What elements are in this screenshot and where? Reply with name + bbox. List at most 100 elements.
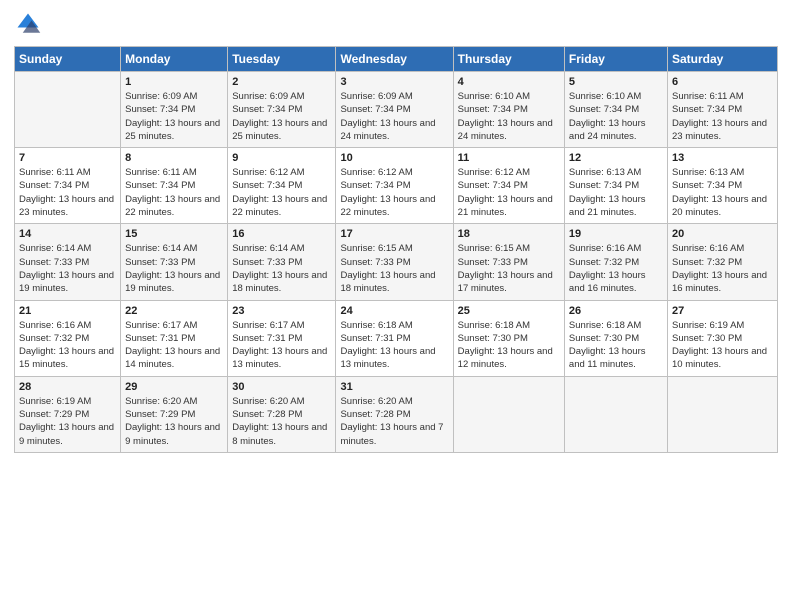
day-info: Sunrise: 6:16 AMSunset: 7:32 PMDaylight:…	[569, 242, 663, 295]
day-number: 7	[19, 152, 116, 164]
cell-day-28: 28 Sunrise: 6:19 AMSunset: 7:29 PMDayligh…	[15, 376, 121, 452]
day-number: 31	[340, 381, 448, 393]
day-info: Sunrise: 6:18 AMSunset: 7:30 PMDaylight:…	[569, 319, 663, 372]
day-number: 11	[458, 152, 560, 164]
cell-day-empty	[564, 376, 667, 452]
cell-day-27: 27Sunrise: 6:19 AMSunset: 7:30 PMDayligh…	[667, 300, 777, 376]
day-info: Sunrise: 6:19 AMSunset: 7:29 PMDaylight:…	[19, 395, 116, 448]
cell-day-empty	[15, 72, 121, 148]
cell-day-22: 22 Sunrise: 6:17 AMSunset: 7:31 PMDayligh…	[121, 300, 228, 376]
cell-day-23: 23 Sunrise: 6:17 AMSunset: 7:31 PMDayligh…	[228, 300, 336, 376]
day-info: Sunrise: 6:09 AMSunset: 7:34 PMDaylight:…	[232, 90, 331, 143]
day-number: 12	[569, 152, 663, 164]
calendar-table: SundayMondayTuesdayWednesdayThursdayFrid…	[14, 46, 778, 453]
day-info: Sunrise: 6:15 AMSunset: 7:33 PMDaylight:…	[458, 242, 560, 295]
week-row-2: 7 Sunrise: 6:11 AMSunset: 7:34 PMDaylight…	[15, 148, 778, 224]
day-number: 16	[232, 228, 331, 240]
cell-day-30: 30 Sunrise: 6:20 AMSunset: 7:28 PMDayligh…	[228, 376, 336, 452]
day-number: 24	[340, 305, 448, 317]
cell-day-1: 1 Sunrise: 6:09 AMSunset: 7:34 PMDaylight…	[121, 72, 228, 148]
day-info: Sunrise: 6:13 AMSunset: 7:34 PMDaylight:…	[672, 166, 773, 219]
day-info: Sunrise: 6:19 AMSunset: 7:30 PMDaylight:…	[672, 319, 773, 372]
header-row: SundayMondayTuesdayWednesdayThursdayFrid…	[15, 47, 778, 72]
day-number: 2	[232, 76, 331, 88]
col-header-monday: Monday	[121, 47, 228, 72]
page: SundayMondayTuesdayWednesdayThursdayFrid…	[0, 0, 792, 612]
day-number: 3	[340, 76, 448, 88]
day-number: 29	[125, 381, 223, 393]
week-row-3: 14 Sunrise: 6:14 AMSunset: 7:33 PMDayligh…	[15, 224, 778, 300]
col-header-thursday: Thursday	[453, 47, 564, 72]
week-row-4: 21 Sunrise: 6:16 AMSunset: 7:32 PMDayligh…	[15, 300, 778, 376]
col-header-friday: Friday	[564, 47, 667, 72]
day-info: Sunrise: 6:13 AMSunset: 7:34 PMDaylight:…	[569, 166, 663, 219]
day-info: Sunrise: 6:12 AMSunset: 7:34 PMDaylight:…	[340, 166, 448, 219]
col-header-sunday: Sunday	[15, 47, 121, 72]
cell-day-3: 3 Sunrise: 6:09 AMSunset: 7:34 PMDaylight…	[336, 72, 453, 148]
cell-day-empty	[453, 376, 564, 452]
day-info: Sunrise: 6:18 AMSunset: 7:30 PMDaylight:…	[458, 319, 560, 372]
day-info: Sunrise: 6:11 AMSunset: 7:34 PMDaylight:…	[19, 166, 116, 219]
day-info: Sunrise: 6:16 AMSunset: 7:32 PMDaylight:…	[19, 319, 116, 372]
day-info: Sunrise: 6:14 AMSunset: 7:33 PMDaylight:…	[19, 242, 116, 295]
day-info: Sunrise: 6:20 AMSunset: 7:28 PMDaylight:…	[232, 395, 331, 448]
day-number: 21	[19, 305, 116, 317]
cell-day-19: 19 Sunrise: 6:16 AMSunset: 7:32 PMDayligh…	[564, 224, 667, 300]
cell-day-26: 26 Sunrise: 6:18 AMSunset: 7:30 PMDayligh…	[564, 300, 667, 376]
day-info: Sunrise: 6:11 AMSunset: 7:34 PMDaylight:…	[125, 166, 223, 219]
logo-icon	[14, 10, 42, 38]
cell-day-20: 20 Sunrise: 6:16 AMSunset: 7:32 PMDayligh…	[667, 224, 777, 300]
day-info: Sunrise: 6:16 AMSunset: 7:32 PMDaylight:…	[672, 242, 773, 295]
day-number: 5	[569, 76, 663, 88]
day-info: Sunrise: 6:15 AMSunset: 7:33 PMDaylight:…	[340, 242, 448, 295]
day-info: Sunrise: 6:20 AMSunset: 7:28 PMDaylight:…	[340, 395, 448, 448]
cell-day-11: 11 Sunrise: 6:12 AMSunset: 7:34 PMDayligh…	[453, 148, 564, 224]
day-info: Sunrise: 6:10 AMSunset: 7:34 PMDaylight:…	[569, 90, 663, 143]
col-header-tuesday: Tuesday	[228, 47, 336, 72]
day-number: 8	[125, 152, 223, 164]
day-number: 20	[672, 228, 773, 240]
day-info: Sunrise: 6:17 AMSunset: 7:31 PMDaylight:…	[125, 319, 223, 372]
cell-day-6: 6 Sunrise: 6:11 AMSunset: 7:34 PMDaylight…	[667, 72, 777, 148]
day-info: Sunrise: 6:11 AMSunset: 7:34 PMDaylight:…	[672, 90, 773, 143]
day-info: Sunrise: 6:17 AMSunset: 7:31 PMDaylight:…	[232, 319, 331, 372]
col-header-wednesday: Wednesday	[336, 47, 453, 72]
week-row-1: 1 Sunrise: 6:09 AMSunset: 7:34 PMDaylight…	[15, 72, 778, 148]
cell-day-5: 5 Sunrise: 6:10 AMSunset: 7:34 PMDaylight…	[564, 72, 667, 148]
cell-day-empty	[667, 376, 777, 452]
day-info: Sunrise: 6:18 AMSunset: 7:31 PMDaylight:…	[340, 319, 448, 372]
day-info: Sunrise: 6:12 AMSunset: 7:34 PMDaylight:…	[232, 166, 331, 219]
day-info: Sunrise: 6:09 AMSunset: 7:34 PMDaylight:…	[340, 90, 448, 143]
day-number: 4	[458, 76, 560, 88]
cell-day-13: 13 Sunrise: 6:13 AMSunset: 7:34 PMDayligh…	[667, 148, 777, 224]
day-number: 23	[232, 305, 331, 317]
cell-day-31: 31 Sunrise: 6:20 AMSunset: 7:28 PMDayligh…	[336, 376, 453, 452]
day-number: 26	[569, 305, 663, 317]
day-info: Sunrise: 6:10 AMSunset: 7:34 PMDaylight:…	[458, 90, 560, 143]
day-number: 14	[19, 228, 116, 240]
day-info: Sunrise: 6:20 AMSunset: 7:29 PMDaylight:…	[125, 395, 223, 448]
cell-day-25: 25Sunrise: 6:18 AMSunset: 7:30 PMDayligh…	[453, 300, 564, 376]
cell-day-14: 14 Sunrise: 6:14 AMSunset: 7:33 PMDayligh…	[15, 224, 121, 300]
day-number: 19	[569, 228, 663, 240]
day-info: Sunrise: 6:09 AMSunset: 7:34 PMDaylight:…	[125, 90, 223, 143]
day-info: Sunrise: 6:12 AMSunset: 7:34 PMDaylight:…	[458, 166, 560, 219]
day-number: 1	[125, 76, 223, 88]
day-number: 13	[672, 152, 773, 164]
cell-day-8: 8 Sunrise: 6:11 AMSunset: 7:34 PMDaylight…	[121, 148, 228, 224]
cell-day-16: 16Sunrise: 6:14 AMSunset: 7:33 PMDayligh…	[228, 224, 336, 300]
day-number: 28	[19, 381, 116, 393]
day-number: 30	[232, 381, 331, 393]
cell-day-7: 7 Sunrise: 6:11 AMSunset: 7:34 PMDaylight…	[15, 148, 121, 224]
day-number: 22	[125, 305, 223, 317]
day-info: Sunrise: 6:14 AMSunset: 7:33 PMDaylight:…	[125, 242, 223, 295]
cell-day-21: 21 Sunrise: 6:16 AMSunset: 7:32 PMDayligh…	[15, 300, 121, 376]
day-number: 10	[340, 152, 448, 164]
day-number: 6	[672, 76, 773, 88]
day-number: 15	[125, 228, 223, 240]
col-header-saturday: Saturday	[667, 47, 777, 72]
cell-day-10: 10 Sunrise: 6:12 AMSunset: 7:34 PMDayligh…	[336, 148, 453, 224]
day-number: 17	[340, 228, 448, 240]
cell-day-17: 17 Sunrise: 6:15 AMSunset: 7:33 PMDayligh…	[336, 224, 453, 300]
cell-day-12: 12 Sunrise: 6:13 AMSunset: 7:34 PMDayligh…	[564, 148, 667, 224]
